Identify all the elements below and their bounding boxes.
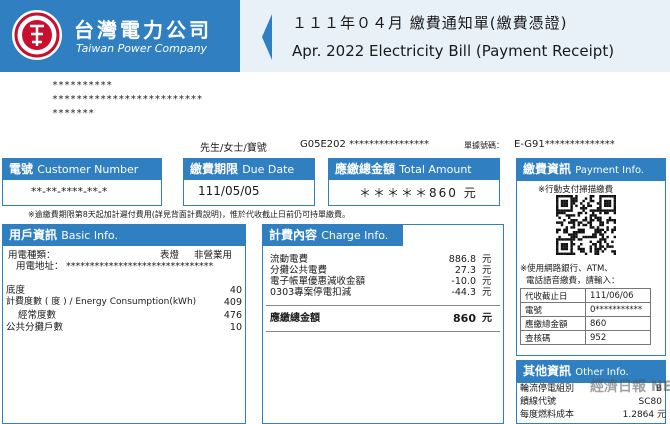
- table-row: 應繳總金額 860: [520, 316, 651, 331]
- basic-info-header: 用戶資訊 Basic Info.: [3, 225, 245, 246]
- usage-address-label: 用電地址：: [16, 261, 64, 272]
- charge-item-unit: 元: [482, 287, 492, 298]
- total-amount-header: 應繳總金額 Total Amount: [329, 159, 499, 180]
- charge-total-label: 應繳總金額: [270, 313, 320, 324]
- meter-base-label: 底度: [6, 285, 26, 296]
- document-number-label: 單據號碼：: [464, 141, 504, 150]
- due-date-box: 繳費期限 Due Date 111/05/05: [183, 158, 315, 206]
- shared-households-label: 公共分攤戶數: [6, 322, 64, 333]
- feeder-code-value: SC80: [638, 397, 662, 407]
- usage-type-value-2: 非營業用: [194, 250, 233, 261]
- energy-consumption-value: 409: [223, 297, 242, 308]
- address-line-2: *************************: [52, 94, 203, 105]
- feeder-code-label: 饋線代號: [520, 397, 557, 407]
- company-name-en: Taiwan Power Company: [76, 42, 208, 55]
- charge-item-value: 886.8: [448, 254, 476, 265]
- address-line-3: *******: [52, 108, 95, 119]
- customer-number-header: 電號 Customer Number: [3, 159, 161, 180]
- news-watermark: 經濟日報 NEWS: [590, 379, 670, 395]
- charge-divider: [266, 305, 500, 306]
- customer-name-label: 先生/女士/寶號: [200, 143, 267, 154]
- title-banner: [240, 0, 670, 72]
- total-amount-value: ＊＊＊＊＊860 元: [359, 186, 478, 200]
- bank-note-2: 電話語音繳費，請輸入：: [526, 276, 620, 286]
- payment-codes-table: 代收截止日 111/06/06 電號 0*********** 應繳總金額 860 查…: [520, 288, 651, 345]
- payment-info-header: 繳費資訊 Payment Info.: [517, 159, 665, 181]
- charge-total-value: 860: [453, 312, 476, 325]
- due-date-value: 111/05/05: [198, 184, 260, 198]
- customer-number-box: 電號 Customer Number **-**-****-**-*: [2, 158, 162, 206]
- document-number-value: E-G91**************: [514, 139, 615, 150]
- fuel-cost-value: 1.2864 元: [622, 410, 666, 420]
- regular-usage-label: 經常度數: [18, 310, 57, 321]
- charge-item-value: 27.3: [454, 265, 476, 276]
- charge-item-unit: 元: [482, 265, 492, 276]
- charge-item-value: -10.0: [451, 276, 476, 287]
- charge-item-label: 分攤公共電費: [270, 265, 328, 276]
- charge-item-label: 0303專案停電扣減: [270, 287, 352, 298]
- bank-note-1: ※使用網路銀行、ATM、: [520, 264, 613, 274]
- regular-usage-value: 476: [223, 310, 242, 321]
- usage-type-label: 用電種類：: [8, 250, 56, 261]
- charge-total-unit: 元: [482, 313, 492, 324]
- table-row: 查核碼 952: [520, 330, 651, 345]
- late-fee-notice: ※逾繳費期限第8天起加計遲付費用(詳見背面計費說明)，惟於代收截止日前仍可持單繳…: [28, 210, 351, 219]
- fuel-cost-label: 每度燃料成本: [520, 410, 575, 420]
- qr-caption: ※行動支付掃描繳費: [538, 185, 614, 195]
- company-name-zh: 台灣電力公司: [74, 18, 212, 42]
- charge-item-unit: 元: [482, 276, 492, 287]
- meter-base-value: 40: [229, 285, 242, 296]
- charge-info-header: 計費內容 Charge Info.: [263, 225, 403, 246]
- total-amount-box: 應繳總金額 Total Amount ＊＊＊＊＊860 元: [328, 158, 500, 206]
- bill-title-zh: １１１年０４月 繳費通知單(繳費憑證): [292, 14, 568, 32]
- customer-name-value: G05E202 ****************: [300, 139, 430, 150]
- bill-title-en: Apr. 2022 Electricity Bill (Payment Rece…: [292, 42, 615, 60]
- rolling-outage-group-label: 輪流停電組別: [520, 384, 575, 394]
- shared-households-value: 10: [229, 322, 242, 333]
- payment-qr-code[interactable]: [556, 195, 617, 256]
- charge-divider-bottom: [266, 331, 500, 332]
- charge-item-value: -44.3: [451, 287, 476, 298]
- address-line-1: **********: [52, 80, 113, 91]
- charge-item-label: 電子帳單優惠減收金額: [270, 276, 366, 287]
- charge-item-label: 流動電費: [270, 254, 309, 265]
- logo-icon: [12, 10, 62, 60]
- usage-type-value-1: 表燈: [160, 250, 180, 261]
- table-row: 代收截止日 111/06/06: [520, 288, 651, 303]
- due-date-header: 繳費期限 Due Date: [184, 159, 314, 180]
- table-row: 電號 0***********: [520, 302, 651, 317]
- charge-item-unit: 元: [482, 254, 492, 265]
- usage-address-value: *******************************: [66, 261, 214, 272]
- customer-number-value: **-**-****-**-*: [31, 185, 108, 198]
- energy-consumption-label: 計費度數 ( 度 ) / Energy Consumption(kWh): [6, 297, 197, 307]
